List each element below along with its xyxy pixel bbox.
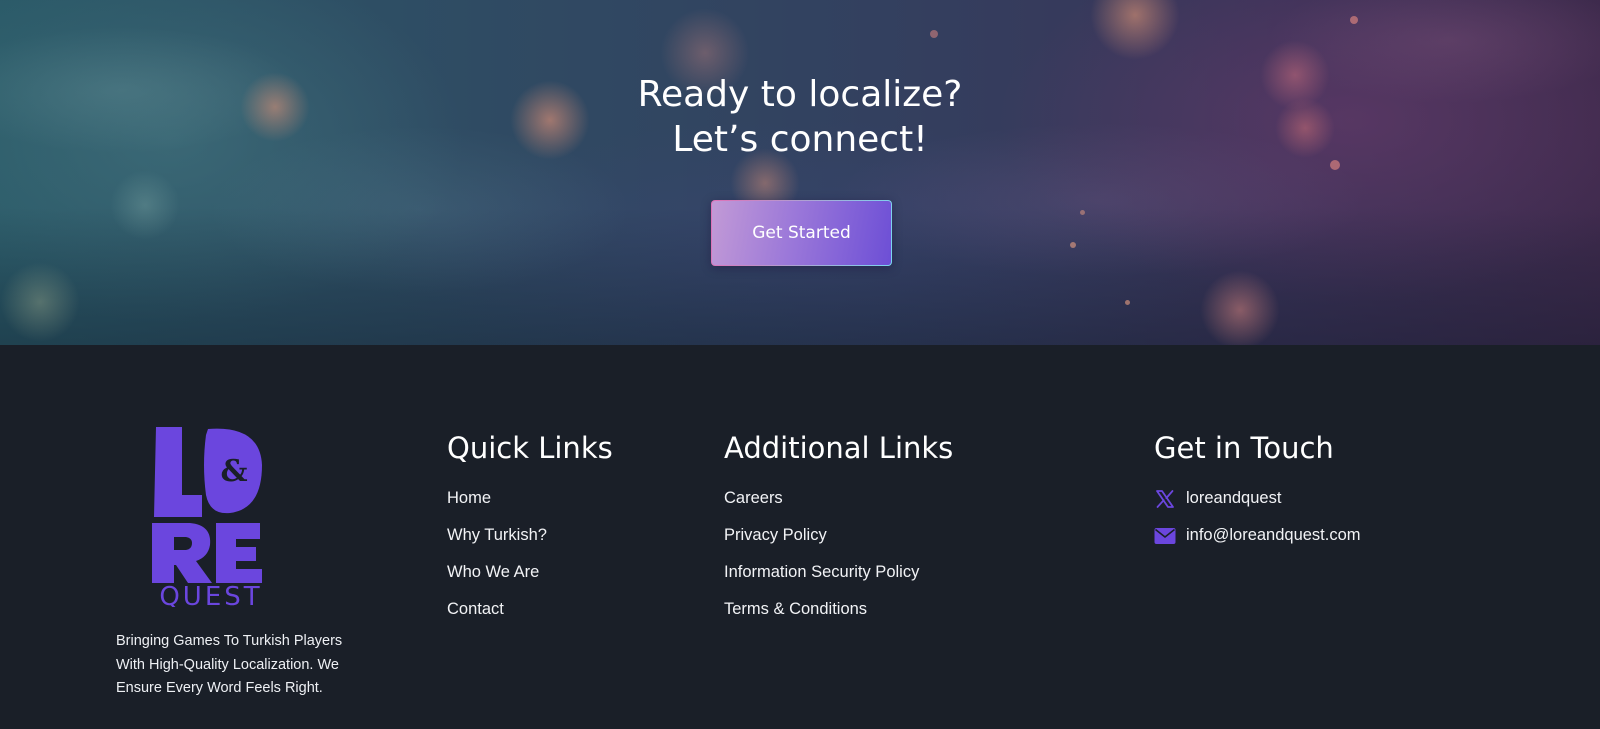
cta-heading-line-1: Ready to localize?	[637, 74, 963, 115]
x-handle: loreandquest	[1186, 489, 1282, 507]
home-link[interactable]: Home	[447, 489, 491, 508]
list-item: Privacy Policy	[724, 517, 953, 554]
list-item: Terms & Conditions	[724, 591, 953, 628]
additional-links-heading: Additional Links	[724, 431, 954, 465]
site-footer: QUEST & Bringing Games To Turkish Player…	[0, 345, 1600, 729]
quick-links: Quick Links Home Why Turkish? Who We Are…	[447, 430, 613, 628]
list-item: Why Turkish?	[447, 517, 613, 554]
why-turkish-link[interactable]: Why Turkish?	[447, 526, 547, 545]
get-in-touch-heading: Get in Touch	[1154, 431, 1334, 465]
list-item: Who We Are	[447, 554, 613, 591]
list-item: Careers	[724, 480, 953, 517]
additional-links: Additional Links Careers Privacy Policy …	[724, 430, 953, 628]
svg-text:&: &	[220, 454, 247, 489]
x-twitter-icon	[1154, 488, 1176, 510]
list-item: Home	[447, 480, 613, 517]
x-profile-link[interactable]: loreandquest	[1154, 488, 1281, 510]
cta-banner: Ready to localize? Let’s connect! Get St…	[0, 0, 1600, 345]
information-security-policy-link[interactable]: Information Security Policy	[724, 563, 919, 582]
get-in-touch: Get in Touch loreandquest info@loreandqu…	[1154, 430, 1361, 554]
envelope-icon	[1154, 525, 1176, 547]
email-address: info@loreandquest.com	[1186, 526, 1361, 544]
list-item: Contact	[447, 591, 613, 628]
cta-heading-line-2: Let’s connect!	[672, 119, 928, 160]
background-haze	[0, 0, 1600, 345]
contact-link[interactable]: Contact	[447, 600, 504, 619]
careers-link[interactable]: Careers	[724, 489, 783, 508]
email-link[interactable]: info@loreandquest.com	[1154, 525, 1361, 547]
brand-tagline: Bringing Games To Turkish Players With H…	[116, 633, 343, 696]
list-item: info@loreandquest.com	[1154, 517, 1361, 554]
lore-and-quest-logo[interactable]: QUEST &	[150, 425, 272, 607]
list-item: Information Security Policy	[724, 554, 953, 591]
quick-links-heading: Quick Links	[447, 431, 613, 465]
cta-heading: Ready to localize? Let’s connect!	[0, 72, 1600, 162]
terms-and-conditions-link[interactable]: Terms & Conditions	[724, 600, 867, 619]
list-item: loreandquest	[1154, 480, 1361, 517]
privacy-policy-link[interactable]: Privacy Policy	[724, 526, 827, 545]
who-we-are-link[interactable]: Who We Are	[447, 563, 539, 582]
svg-text:QUEST: QUEST	[159, 582, 262, 607]
get-started-button[interactable]: Get Started	[711, 200, 892, 266]
